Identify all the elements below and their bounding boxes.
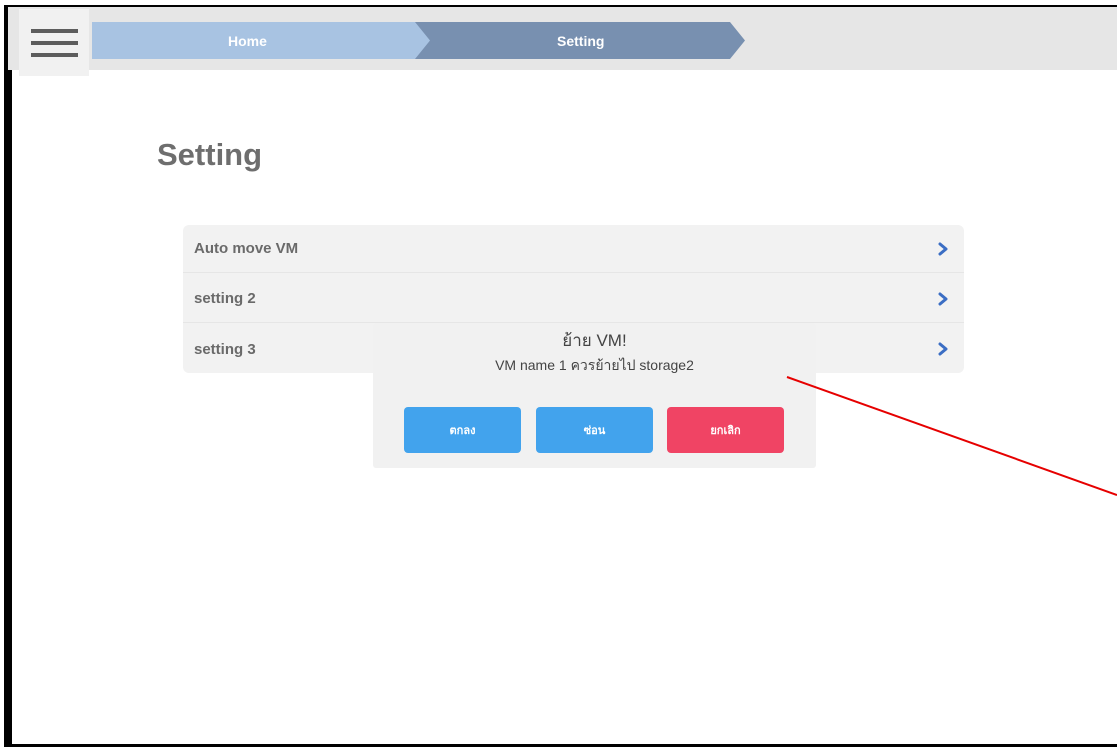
- chevron-right-icon: [938, 292, 948, 306]
- move-vm-dialog: ย้าย VM! VM name 1 ควรย้ายไป storage2 ตก…: [373, 323, 816, 468]
- ok-button[interactable]: ตกลง: [404, 407, 521, 453]
- page-title: Setting: [157, 137, 263, 172]
- hamburger-icon: [30, 40, 78, 45]
- hamburger-icon: [30, 52, 78, 57]
- menu-button[interactable]: [19, 9, 89, 76]
- settings-item-auto-move-vm[interactable]: Auto move VM: [183, 225, 964, 273]
- dialog-message: VM name 1 ควรย้ายไป storage2: [495, 357, 694, 373]
- hamburger-icon: [30, 28, 78, 33]
- breadcrumb-home-label: Home: [228, 32, 267, 49]
- chevron-right-icon: [938, 242, 948, 256]
- settings-item-label: setting 2: [194, 290, 256, 307]
- dialog-title: ย้าย VM!: [562, 331, 627, 350]
- breadcrumb-home[interactable]: Home: [92, 22, 432, 59]
- settings-item-label: setting 3: [194, 340, 256, 358]
- settings-item-setting-2[interactable]: setting 2: [183, 275, 964, 323]
- breadcrumb-current-label: Setting: [557, 32, 605, 49]
- hide-button[interactable]: ซ่อน: [536, 407, 653, 453]
- cancel-button[interactable]: ยกเลิก: [667, 407, 784, 453]
- chevron-right-icon: [938, 342, 948, 356]
- settings-item-label: Auto move VM: [194, 240, 299, 257]
- breadcrumb-current[interactable]: Setting: [415, 22, 745, 59]
